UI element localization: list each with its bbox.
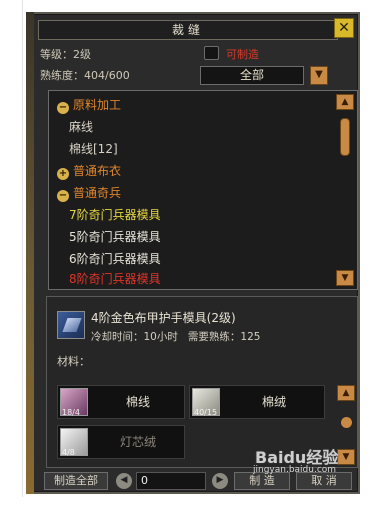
footer-bar: 制造全部 ◀ 0 ▶ 制 造 取 消 bbox=[44, 472, 360, 492]
recipe-scrollbar[interactable]: ▲ ▼ bbox=[336, 94, 356, 286]
tree-category-raw-processing[interactable]: − 原料加工 bbox=[57, 95, 121, 115]
filter-dropdown[interactable]: 全部 bbox=[200, 66, 304, 85]
tree-category-cloth-armor[interactable]: + 普通布衣 bbox=[57, 161, 121, 181]
make-all-button[interactable]: 制造全部 bbox=[44, 472, 108, 490]
tree-item-mold-8[interactable]: 8阶奇门兵器模具 bbox=[57, 271, 161, 287]
craftable-checkbox[interactable] bbox=[204, 46, 219, 60]
craftable-label: 可制造 bbox=[226, 48, 259, 61]
tree-item-mold-6[interactable]: 6阶奇门兵器模具 bbox=[57, 249, 161, 269]
tree-category-exotic-weapons[interactable]: − 普通奇兵 bbox=[57, 183, 121, 203]
tree-item-mold-5[interactable]: 5阶奇门兵器模具 bbox=[57, 227, 161, 247]
baidu-watermark-url: jingyan.baidu.com bbox=[253, 465, 337, 475]
scroll-thumb[interactable] bbox=[340, 118, 350, 156]
materials-scroll-thumb[interactable] bbox=[341, 417, 352, 428]
material-count: 40/15 bbox=[194, 408, 218, 417]
level-label: 等级：2级 bbox=[40, 48, 91, 61]
item-name: 4阶金色布甲护手模具(2级) bbox=[91, 311, 236, 325]
tree-item-cotton-thread[interactable]: 棉线[12] bbox=[57, 139, 118, 159]
cooldown-text: 冷却时间：10小时 bbox=[91, 331, 178, 343]
materials-scroll-up-icon[interactable]: ▲ bbox=[337, 385, 355, 401]
tree-category-label: 原料加工 bbox=[73, 98, 122, 112]
material-name: 灯芯绒 bbox=[119, 435, 156, 449]
decrease-quantity-icon[interactable]: ◀ bbox=[116, 473, 132, 489]
expand-icon[interactable]: + bbox=[57, 168, 69, 180]
tree-item-linen-thread[interactable]: 麻线 bbox=[57, 117, 93, 137]
materials-label: 材料： bbox=[57, 355, 90, 368]
item-info: 冷却时间：10小时 需要熟练：125 bbox=[91, 329, 260, 344]
material-slot-cotton-wool[interactable]: 40/15 棉绒 bbox=[189, 385, 325, 419]
materials-scroll-down-icon[interactable]: ▼ bbox=[337, 449, 355, 465]
scroll-down-icon[interactable]: ▼ bbox=[336, 270, 354, 286]
material-count: 18/4 bbox=[62, 408, 80, 417]
material-count: 4/8 bbox=[62, 448, 75, 457]
collapse-icon[interactable]: − bbox=[57, 102, 69, 114]
material-slot-corduroy[interactable]: 4/8 灯芯绒 bbox=[57, 425, 185, 459]
tailoring-window: 裁缝 ✕ 等级：2级 熟练度：404/600 可制造 全部 ▼ − 原料加工 麻线… bbox=[26, 12, 360, 494]
material-name: 棉线 bbox=[125, 395, 150, 409]
gauntlet-mold-icon bbox=[57, 311, 85, 339]
recipe-detail-panel: 4阶金色布甲护手模具(2级) 冷却时间：10小时 需要熟练：125 材料： 18… bbox=[46, 296, 358, 468]
material-name: 棉绒 bbox=[261, 395, 286, 409]
background-strip bbox=[26, 12, 34, 494]
scroll-up-icon[interactable]: ▲ bbox=[336, 94, 354, 110]
close-button[interactable]: ✕ bbox=[334, 18, 354, 38]
material-slot-cotton-thread[interactable]: 18/4 棉线 bbox=[57, 385, 185, 419]
tree-category-label: 普通奇兵 bbox=[73, 186, 122, 200]
increase-quantity-icon[interactable]: ▶ bbox=[212, 473, 228, 489]
tree-category-label: 普通布衣 bbox=[73, 164, 122, 178]
recipe-tree: − 原料加工 麻线 棉线[12] + 普通布衣 − 普通奇兵 7阶奇门兵器模具 5阶奇… bbox=[48, 90, 358, 290]
proficiency-label: 熟练度：404/600 bbox=[40, 69, 130, 82]
required-proficiency-text: 需要熟练：125 bbox=[187, 331, 261, 343]
window-title: 裁缝 bbox=[38, 20, 338, 40]
quantity-input[interactable]: 0 bbox=[136, 472, 206, 490]
materials-scrollbar[interactable]: ▲ ▼ bbox=[337, 385, 357, 467]
collapse-icon[interactable]: − bbox=[57, 190, 69, 202]
tree-item-mold-7[interactable]: 7阶奇门兵器模具 bbox=[57, 205, 161, 225]
filter-dropdown-arrow-icon[interactable]: ▼ bbox=[310, 66, 328, 85]
outer-frame-line bbox=[22, 0, 23, 497]
